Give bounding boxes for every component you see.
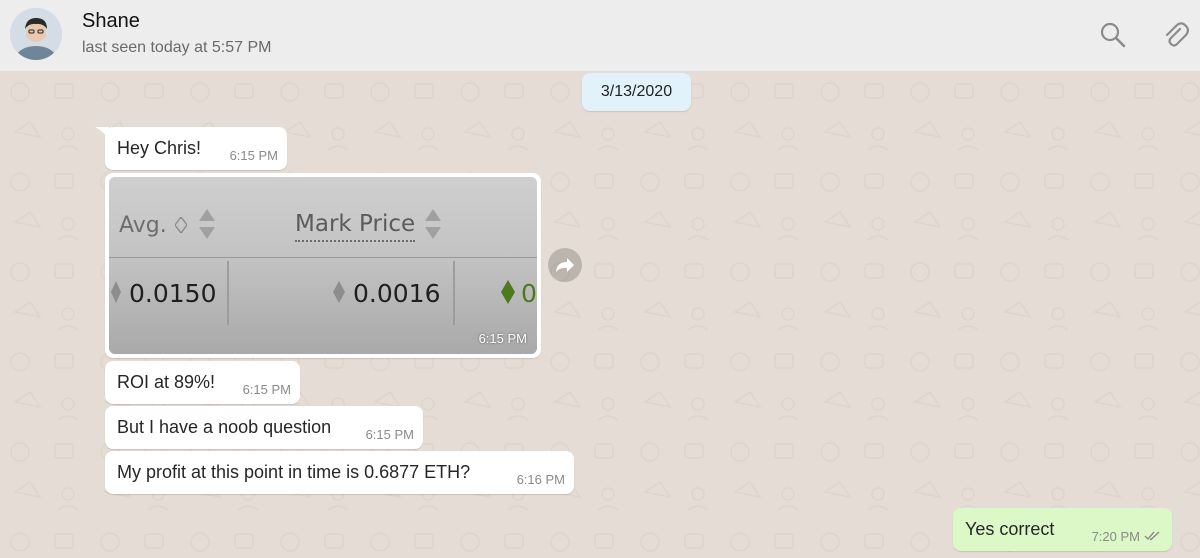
- message-time: 7:20 PM: [1091, 529, 1140, 544]
- message-time: 6:16 PM: [516, 472, 565, 487]
- message-text: But I have a noob question: [117, 417, 332, 437]
- shared-photo[interactable]: Avg. Mark Price 0.0150 0.0016 0 6:15 PM: [109, 177, 537, 354]
- message-bubble-incoming[interactable]: But I have a noob question 6:15 PM: [105, 406, 423, 449]
- sort-icon: [199, 209, 215, 239]
- date-chip: 3/13/2020: [582, 73, 691, 111]
- photo-column-divider: [227, 261, 229, 325]
- message-time: 6:15 PM: [229, 148, 278, 163]
- message-bubble-incoming[interactable]: My profit at this point in time is 0.687…: [105, 451, 574, 494]
- avatar-image: [10, 8, 62, 60]
- last-seen-status: last seen today at 5:57 PM: [82, 39, 272, 56]
- message-time: 6:15 PM: [478, 331, 527, 346]
- message-text: ROI at 89%!: [117, 372, 216, 392]
- eth-icon: [175, 217, 187, 233]
- contact-name[interactable]: Shane: [82, 10, 140, 33]
- message-text: Yes correct: [965, 519, 1055, 539]
- photo-text-mark-price: Mark Price: [295, 211, 416, 242]
- forward-button[interactable]: [548, 248, 582, 282]
- image-message[interactable]: Avg. Mark Price 0.0150 0.0016 0 6:15 PM: [105, 173, 541, 358]
- chat-header: Shane last seen today at 5:57 PM: [0, 0, 1200, 72]
- photo-text-avg: Avg.: [119, 213, 167, 238]
- eth-icon: [333, 281, 345, 303]
- contact-avatar[interactable]: [10, 8, 62, 60]
- forward-icon: [556, 258, 574, 272]
- message-text: My profit at this point in time is 0.687…: [117, 462, 471, 482]
- message-time: 6:15 PM: [242, 382, 291, 397]
- photo-row-divider: [109, 257, 537, 258]
- sort-icon: [425, 209, 441, 239]
- photo-value-mark-price: 0.0016: [353, 279, 441, 308]
- eth-icon: [111, 281, 121, 303]
- photo-value-partial: 0: [521, 279, 537, 308]
- message-bubble-incoming[interactable]: ROI at 89%! 6:15 PM: [105, 361, 300, 404]
- photo-value-avg: 0.0150: [129, 279, 217, 308]
- message-bubble-outgoing[interactable]: Yes correct 7:20 PM: [953, 508, 1172, 551]
- search-icon[interactable]: [1098, 20, 1128, 50]
- photo-column-divider: [453, 261, 455, 325]
- message-time: 6:15 PM: [365, 427, 414, 442]
- message-text: Hey Chris!: [117, 138, 202, 158]
- message-bubble-incoming[interactable]: Hey Chris! 6:15 PM: [105, 127, 287, 170]
- attach-icon[interactable]: [1160, 20, 1190, 50]
- eth-green-icon: [501, 280, 515, 304]
- read-receipt-icon: [1144, 531, 1160, 541]
